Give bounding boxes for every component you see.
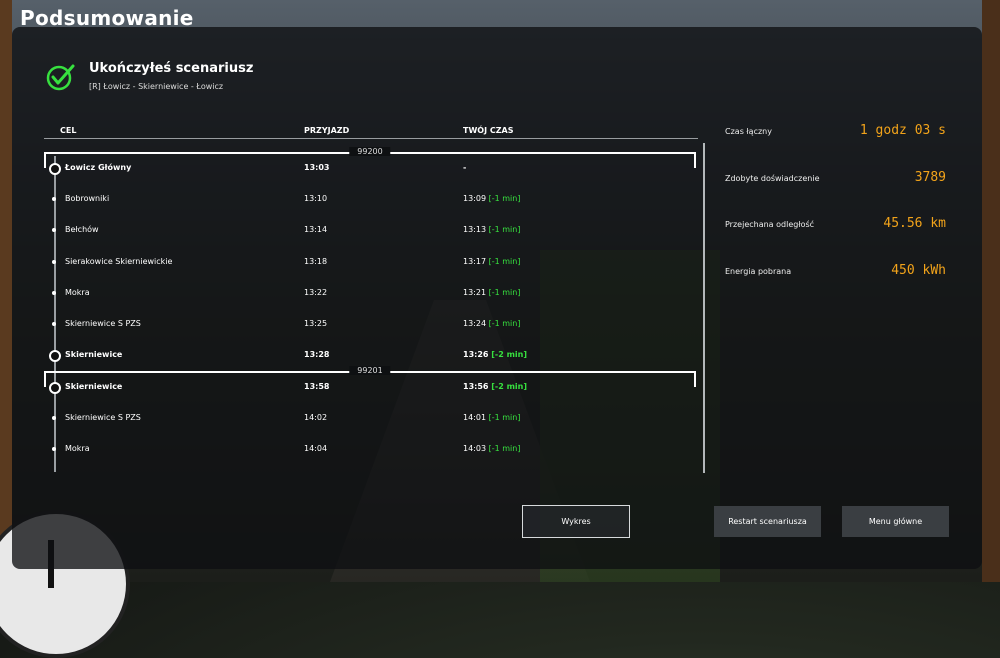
- scheduled-arrival: 14:02: [304, 413, 328, 423]
- stop-marker: [52, 447, 56, 452]
- stat-value: 3789: [914, 170, 946, 185]
- time-difference: [-1 min]: [488, 444, 521, 454]
- stop-list-scrollbar[interactable]: [703, 143, 705, 473]
- stat-value: 450 kWh: [891, 263, 946, 278]
- actual-time: 13:26 [-2 min]: [463, 350, 527, 359]
- restart-scenario-button[interactable]: Restart scenariusza: [714, 506, 821, 537]
- stop-name: Skierniewice: [65, 382, 123, 391]
- stop-row: Skierniewice S PZS 14:02 14:01 [-1 min]: [44, 408, 684, 428]
- actual-time-value: 13:13: [463, 225, 487, 235]
- stop-row: Sierakowice Skierniewickie 13:18 13:17 [-1…: [44, 252, 684, 272]
- actual-time-value: 13:21: [463, 287, 487, 297]
- major-stop-marker: [49, 350, 61, 363]
- time-difference: [-1 min]: [488, 256, 521, 266]
- cab-frame-right: [982, 0, 1000, 582]
- train-number: 99200: [349, 147, 391, 156]
- stop-name: Mokra: [65, 287, 90, 297]
- stop-row: Skierniewice S PZS 13:25 13:24 [-1 min]: [44, 314, 684, 334]
- column-header-your-time: TWÓJ CZAS: [463, 126, 514, 135]
- actual-time-value: 13:24: [463, 319, 487, 328]
- actual-time: 13:17 [-1 min]: [463, 257, 520, 266]
- scheduled-arrival: 13:25: [304, 319, 328, 328]
- stop-marker: [52, 290, 56, 295]
- stop-row: Bobrowniki 13:10 13:09 [-1 min]: [44, 189, 684, 209]
- main-menu-button[interactable]: Menu główne: [842, 506, 949, 537]
- stop-row: Mokra 14:04 14:03 [-1 min]: [44, 439, 684, 459]
- scheduled-arrival: 13:10: [304, 194, 328, 204]
- time-difference: [-1 min]: [488, 319, 521, 328]
- scheduled-arrival: 13:28: [304, 350, 330, 360]
- actual-time-value: 14:01: [463, 413, 487, 423]
- train-group-header: 99200: [44, 147, 696, 168]
- stop-row: Łowicz Główny 13:03 -: [44, 158, 684, 178]
- stop-marker: [52, 259, 56, 264]
- stop-name: Skierniewice S PZS: [65, 413, 141, 423]
- actual-time: 13:24 [-1 min]: [463, 319, 520, 328]
- route-name: [R] Łowicz - Skierniewice - Łowicz: [89, 82, 224, 91]
- actual-time: 14:03 [-1 min]: [463, 444, 520, 453]
- actual-time-value: 13:26: [463, 350, 489, 360]
- stat-value: 1 godz 03 s: [859, 123, 946, 138]
- stop-row: Bełchów 13:14 13:13 [-1 min]: [44, 220, 684, 240]
- time-difference: [-2 min]: [491, 382, 528, 391]
- stop-marker: [52, 197, 56, 202]
- time-difference: [-1 min]: [488, 287, 521, 297]
- scenario-complete-title: Ukończyłeś scenariusz: [89, 61, 254, 76]
- actual-time: 13:21 [-1 min]: [463, 288, 520, 297]
- stat-label: Przejechana odległość: [725, 220, 815, 229]
- actual-time-value: 14:03: [463, 444, 487, 454]
- scheduled-arrival: 13:03: [304, 163, 330, 172]
- stop-name: Mokra: [65, 444, 90, 454]
- stop-row: Skierniewice 13:58 13:56 [-2 min]: [44, 377, 684, 397]
- stop-marker: [52, 322, 56, 326]
- actual-time: 13:09 [-1 min]: [463, 194, 520, 203]
- actual-time: -: [463, 163, 466, 172]
- chart-button[interactable]: Wykres: [522, 505, 630, 538]
- check-circle-icon: [46, 64, 75, 91]
- stop-name: Sierakowice Skierniewickie: [65, 256, 173, 266]
- actual-time-value: 13:09: [463, 194, 487, 204]
- stat-label: Energia pobrana: [725, 267, 792, 276]
- stop-marker: [52, 416, 56, 421]
- stop-row: Mokra 13:22 13:21 [-1 min]: [44, 283, 684, 303]
- actual-time-value: 13:56: [463, 382, 489, 391]
- stat-label: Zdobyte doświadczenie: [725, 174, 820, 183]
- major-stop-marker: [49, 382, 61, 394]
- stop-name: Łowicz Główny: [65, 163, 132, 172]
- time-difference: [-1 min]: [488, 194, 521, 204]
- time-difference: [-2 min]: [491, 350, 528, 360]
- actual-time-value: -: [463, 163, 467, 172]
- scheduled-arrival: 13:22: [304, 287, 328, 297]
- header-divider: [44, 138, 698, 139]
- stop-marker: [52, 228, 56, 233]
- time-difference: [-1 min]: [488, 225, 521, 235]
- column-header-arrival: PRZYJAZD: [304, 126, 350, 135]
- stop-name: Skierniewice S PZS: [65, 319, 141, 328]
- stop-name: Bobrowniki: [65, 194, 110, 204]
- stop-row: Skierniewice 13:28 13:26 [-2 min]: [44, 345, 684, 365]
- actual-time-value: 13:17: [463, 256, 487, 266]
- train-number: 99201: [349, 366, 391, 375]
- actual-time: 14:01 [-1 min]: [463, 413, 520, 422]
- column-header-target: CEL: [60, 126, 77, 135]
- scheduled-arrival: 14:04: [304, 444, 328, 454]
- stat-value: 45.56 km: [883, 216, 946, 231]
- major-stop-marker: [49, 163, 61, 175]
- actual-time: 13:56 [-2 min]: [463, 382, 527, 391]
- scheduled-arrival: 13:14: [304, 225, 328, 235]
- stat-label: Czas łączny: [725, 127, 772, 136]
- stop-name: Skierniewice: [65, 350, 123, 360]
- train-group-header: 99201: [44, 366, 696, 387]
- scheduled-arrival: 13:58: [304, 382, 330, 391]
- scheduled-arrival: 13:18: [304, 256, 328, 266]
- stop-name: Bełchów: [65, 225, 99, 235]
- cab-frame-left: [0, 0, 12, 582]
- actual-time: 13:13 [-1 min]: [463, 225, 520, 234]
- time-difference: [-1 min]: [488, 413, 521, 423]
